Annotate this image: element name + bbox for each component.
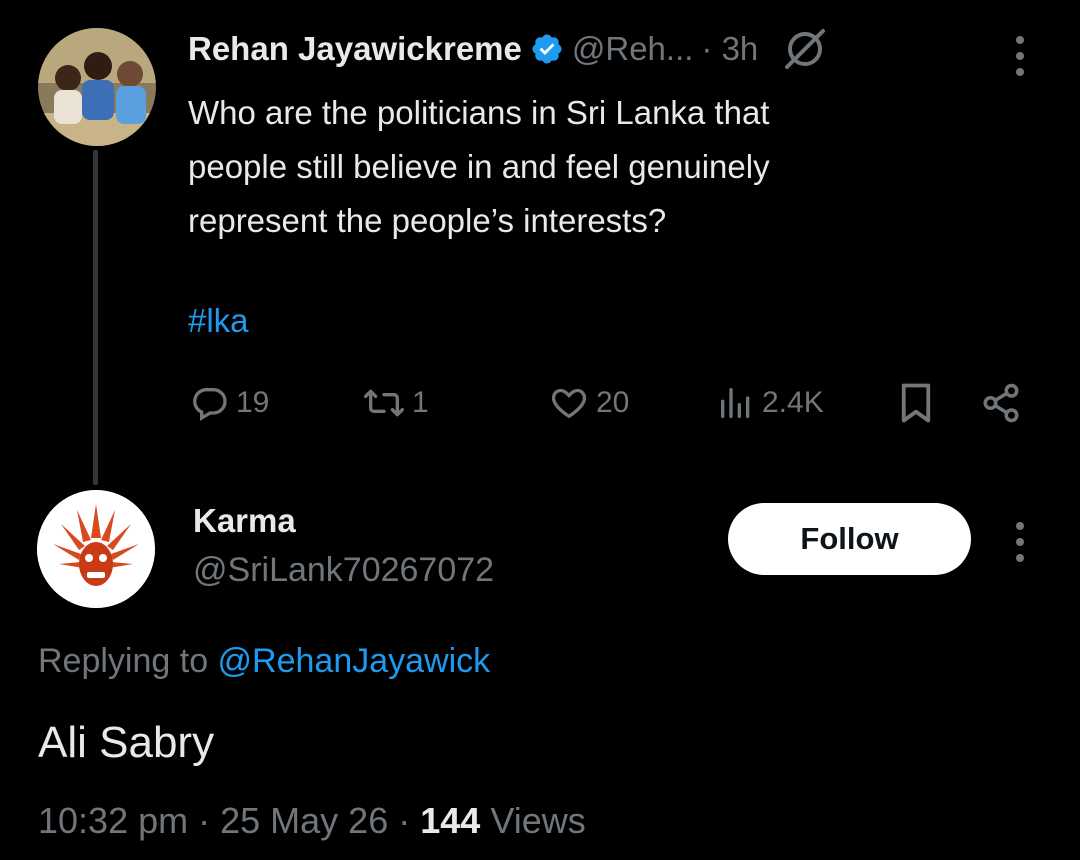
- replying-prefix: Replying to: [38, 642, 218, 680]
- reply-date[interactable]: 25 May 26: [220, 800, 388, 841]
- reply-time[interactable]: 10:32 pm: [38, 800, 188, 841]
- replying-to-link[interactable]: @RehanJayawick: [218, 642, 491, 680]
- avatar-karma[interactable]: [37, 490, 155, 608]
- like-count: 20: [596, 386, 630, 419]
- reply-author-name[interactable]: Karma: [193, 502, 296, 540]
- bookmark-icon: [898, 382, 934, 424]
- repost-count: 1: [412, 386, 429, 419]
- reply-author-handle[interactable]: @SriLank70267072: [193, 551, 494, 590]
- author-handle[interactable]: @Reh...: [572, 30, 694, 68]
- avatar-rehan[interactable]: [38, 28, 156, 146]
- share-icon: [980, 382, 1022, 424]
- views-count: 2.4K: [762, 386, 824, 419]
- reply-action[interactable]: 19: [190, 380, 269, 426]
- views-action[interactable]: 2.4K: [716, 380, 824, 426]
- thread-line: [93, 150, 98, 485]
- repost-action[interactable]: 1: [362, 380, 429, 426]
- author-name[interactable]: Rehan Jayawickreme: [188, 30, 522, 68]
- reply-count: 19: [236, 386, 270, 419]
- like-icon: [548, 383, 590, 423]
- meta-separator: ·: [398, 800, 421, 841]
- follow-button[interactable]: Follow: [728, 503, 971, 575]
- reply-icon: [190, 383, 230, 423]
- reply-text: Ali Sabry: [38, 718, 215, 767]
- tweet-time[interactable]: · 3h: [701, 30, 758, 68]
- tweet-header: Rehan Jayawickreme @Reh... · 3h: [188, 26, 828, 72]
- more-icon[interactable]: [1015, 36, 1025, 76]
- bookmark-action[interactable]: [898, 380, 934, 426]
- repost-icon: [362, 383, 406, 423]
- reply-views-count: 144: [420, 800, 481, 841]
- reply-meta: 10:32 pm · 25 May 26 · 144 Views: [38, 800, 586, 842]
- reply-more-icon[interactable]: [1015, 522, 1025, 562]
- verified-badge-icon: [530, 32, 564, 66]
- tweet-text: Who are the politicians in Sri Lanka tha…: [188, 94, 770, 239]
- share-action[interactable]: [980, 380, 1022, 426]
- replying-to: Replying to @RehanJayawick: [38, 642, 490, 681]
- meta-separator: ·: [198, 800, 221, 841]
- reply-views-label: Views: [490, 800, 586, 841]
- like-action[interactable]: 20: [548, 380, 629, 426]
- views-icon: [716, 383, 756, 423]
- hashtag-link[interactable]: #lka: [188, 302, 249, 340]
- grok-icon[interactable]: [782, 26, 828, 72]
